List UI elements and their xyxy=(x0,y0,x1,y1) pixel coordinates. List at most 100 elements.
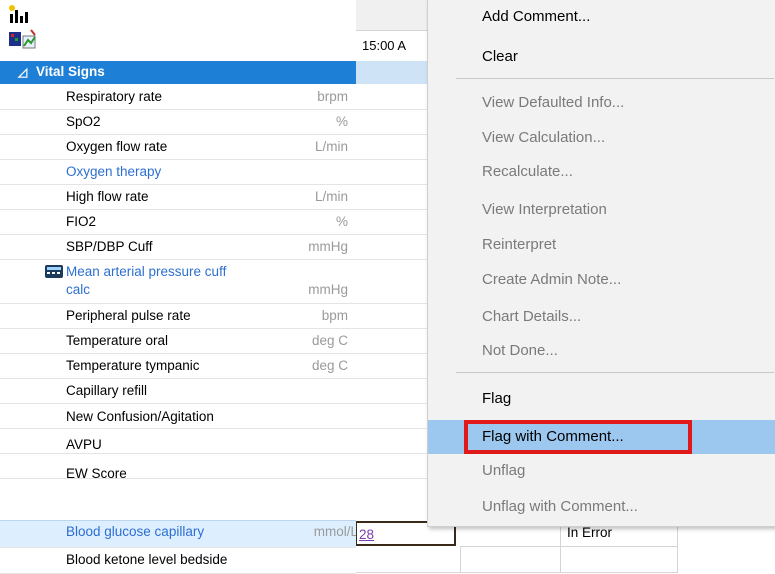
menu-item-reinterpret[interactable]: Reinterpret xyxy=(428,228,775,262)
menu-item-label: Flag xyxy=(482,390,512,407)
cell[interactable] xyxy=(356,547,461,573)
row-unit: % xyxy=(335,214,348,229)
section-vital-signs[interactable]: ◿ Vital Signs xyxy=(0,61,356,84)
row-label: FIO2 xyxy=(66,214,97,229)
chart-settings-icon[interactable] xyxy=(8,4,34,24)
cell[interactable] xyxy=(356,135,432,160)
row-oxygen-flow-rate[interactable]: Oxygen flow rate L/min xyxy=(0,135,356,160)
menu-item-label: Add Comment... xyxy=(482,8,591,25)
cell[interactable] xyxy=(356,235,432,260)
menu-item-add-comment[interactable]: Add Comment... xyxy=(428,0,775,34)
row-label: Respiratory rate xyxy=(66,89,163,104)
menu-item-view-defaulted-info[interactable]: View Defaulted Info... xyxy=(428,86,775,120)
cell[interactable] xyxy=(356,85,432,110)
row-mean-arterial-pressure[interactable]: Mean arterial pressure cuff calc mmHg xyxy=(0,260,356,304)
row-unit: mmHg xyxy=(308,239,348,254)
cell[interactable] xyxy=(356,379,432,404)
menu-item-create-admin-note[interactable]: Create Admin Note... xyxy=(428,263,775,297)
menu-item-view-calculation[interactable]: View Calculation... xyxy=(428,121,775,155)
cell[interactable] xyxy=(356,304,432,329)
status-text: In Error xyxy=(567,525,613,540)
menu-item-recalculate[interactable]: Recalculate... xyxy=(428,155,775,189)
time-header: 15:00 A xyxy=(362,38,407,53)
row-label: High flow rate xyxy=(66,189,149,204)
cell[interactable] xyxy=(356,110,432,135)
menu-item-view-interpretation[interactable]: View Interpretation xyxy=(428,193,775,227)
row-temperature-oral[interactable]: Temperature oral deg C xyxy=(0,329,356,354)
row-avpu[interactable]: AVPU xyxy=(0,429,356,454)
row-unit: bpm xyxy=(321,308,348,323)
row-unit: deg C xyxy=(311,358,348,373)
row-unit: L/min xyxy=(314,139,348,154)
menu-item-not-done[interactable]: Not Done... xyxy=(428,334,775,368)
row-label: SpO2 xyxy=(66,114,101,129)
collapse-triangle-icon[interactable]: ◿ xyxy=(18,65,27,79)
menu-item-label: Clear xyxy=(482,48,518,65)
row-high-flow-rate[interactable]: High flow rate L/min xyxy=(0,185,356,210)
row-label: New Confusion/Agitation xyxy=(66,409,214,424)
menu-separator xyxy=(456,372,774,373)
menu-item-label: Chart Details... xyxy=(482,308,582,325)
cell[interactable] xyxy=(561,547,678,573)
menu-item-flag[interactable]: Flag xyxy=(428,382,775,416)
row-label: Temperature oral xyxy=(66,333,169,348)
menu-item-unflag-with-comment[interactable]: Unflag with Comment... xyxy=(428,490,775,524)
row-label: Blood ketone level bedside xyxy=(66,552,228,567)
cell[interactable] xyxy=(460,547,561,573)
menu-item-label: View Defaulted Info... xyxy=(482,94,625,111)
row-ew-score[interactable]: EW Score xyxy=(0,454,356,481)
row-unit: mmHg xyxy=(308,282,348,297)
menu-item-chart-details[interactable]: Chart Details... xyxy=(428,300,775,334)
cell[interactable] xyxy=(356,329,432,354)
graph-view-icon[interactable] xyxy=(8,28,38,50)
row-blood-glucose-capillary[interactable]: Blood glucose capillary mmol/L xyxy=(0,520,358,548)
row-respiratory-rate[interactable]: Respiratory rate brpm xyxy=(0,85,356,110)
row-label: Peripheral pulse rate xyxy=(66,308,191,323)
row-label: AVPU xyxy=(66,437,102,452)
row-label: SBP/DBP Cuff xyxy=(66,239,153,254)
menu-item-label: Unflag xyxy=(482,462,526,479)
menu-item-clear[interactable]: Clear xyxy=(428,40,775,74)
menu-separator xyxy=(456,78,774,79)
cell[interactable] xyxy=(356,454,432,479)
row-spo2[interactable]: SpO2 % xyxy=(0,110,356,135)
section-label: Vital Signs xyxy=(36,64,105,79)
menu-item-label: Create Admin Note... xyxy=(482,271,622,288)
menu-item-label: View Interpretation xyxy=(482,201,607,218)
cell[interactable] xyxy=(356,210,432,235)
menu-item-unflag[interactable]: Unflag xyxy=(428,454,775,488)
cell[interactable] xyxy=(356,160,432,185)
cell[interactable] xyxy=(356,185,432,210)
row-label: EW Score xyxy=(66,466,127,481)
calculator-icon xyxy=(45,265,63,278)
time-column-header[interactable]: 15:00 A xyxy=(356,0,432,60)
row-blood-ketone[interactable]: Blood ketone level bedside xyxy=(0,547,356,574)
row-label-continued: calc xyxy=(66,282,91,297)
row-label: Capillary refill xyxy=(66,383,148,398)
section-cell xyxy=(356,61,431,84)
row-oxygen-therapy[interactable]: Oxygen therapy xyxy=(0,160,356,185)
menu-item-label: Unflag with Comment... xyxy=(482,498,638,515)
row-unit: mmol/L xyxy=(313,524,358,539)
menu-item-label: Not Done... xyxy=(482,342,558,359)
toolbar-icons xyxy=(0,0,356,60)
row-new-confusion[interactable]: New Confusion/Agitation xyxy=(0,404,356,429)
annotation-highlight-box xyxy=(464,420,692,454)
row-label: Oxygen flow rate xyxy=(66,139,168,154)
menu-item-label: Reinterpret xyxy=(482,236,557,253)
row-label: Temperature tympanic xyxy=(66,358,200,373)
row-unit: % xyxy=(335,114,348,129)
row-sbp-dbp-cuff[interactable]: SBP/DBP Cuff mmHg xyxy=(0,235,356,260)
cell[interactable] xyxy=(356,429,432,454)
row-fio2[interactable]: FIO2 % xyxy=(0,210,356,235)
cell[interactable] xyxy=(356,354,432,379)
row-label: Oxygen therapy xyxy=(66,164,162,179)
glucose-value: 28 xyxy=(359,527,375,542)
row-capillary-refill[interactable]: Capillary refill xyxy=(0,379,356,404)
cell[interactable] xyxy=(356,404,432,429)
row-temperature-tympanic[interactable]: Temperature tympanic deg C xyxy=(0,354,356,379)
row-peripheral-pulse-rate[interactable]: Peripheral pulse rate bpm xyxy=(0,304,356,329)
cell[interactable] xyxy=(356,260,432,304)
row-unit: brpm xyxy=(317,89,348,104)
row-unit: deg C xyxy=(311,333,348,348)
